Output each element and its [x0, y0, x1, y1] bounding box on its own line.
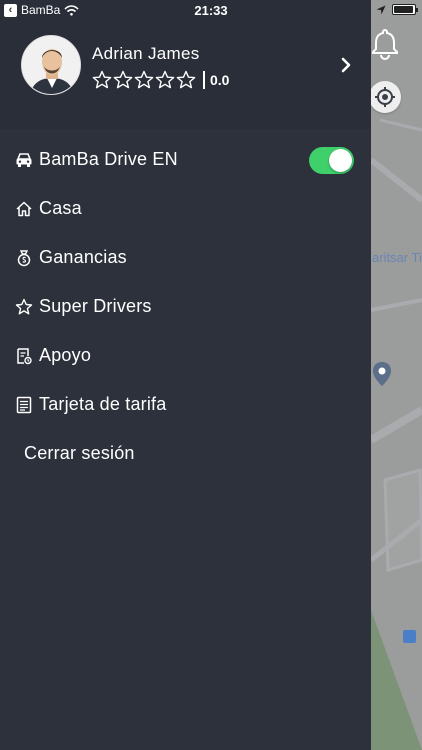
drive-mode-toggle[interactable] — [309, 147, 354, 174]
toggle-knob — [329, 149, 352, 172]
navigation-drawer: Adrian James 0.0 BamBa Drive EN Casa Gan… — [0, 0, 371, 750]
user-name: Adrian James — [92, 44, 200, 63]
menu-item-label: Casa — [39, 198, 82, 218]
status-bar-right — [376, 4, 418, 15]
rating-star-icon — [176, 70, 196, 89]
menu-item-label: Super Drivers — [39, 296, 152, 316]
map-pin-icon[interactable] — [372, 361, 392, 387]
map-place-label: aritsar Tir — [372, 250, 422, 265]
menu-item-label: Tarjeta de tarifa — [39, 394, 167, 414]
drawer-menu: BamBa Drive EN Casa Ganancias Super Driv… — [0, 135, 371, 478]
menu-item-super-drivers[interactable]: Super Drivers — [0, 282, 371, 331]
car-icon — [16, 152, 32, 167]
home-icon — [16, 201, 32, 216]
bus-stop-icon — [403, 630, 416, 643]
logout-label: Cerrar sesión — [24, 443, 135, 463]
menu-item-apoyo[interactable]: Apoyo — [0, 331, 371, 380]
menu-item-tarjeta-de-tarifa[interactable]: Tarjeta de tarifa — [0, 380, 371, 429]
avatar — [21, 35, 81, 95]
crosshair-icon — [375, 87, 395, 107]
star-icon — [15, 298, 33, 314]
status-bar: ‹ BamBa 21:33 — [0, 0, 422, 22]
rating-star-icon — [92, 70, 112, 89]
menu-item-drive-mode[interactable]: BamBa Drive EN — [0, 135, 371, 184]
status-time: 21:33 — [194, 3, 228, 18]
money-bag-icon — [17, 249, 31, 266]
fare-card-icon — [16, 396, 32, 413]
avatar-portrait — [22, 36, 80, 94]
rating-divider — [203, 71, 205, 89]
menu-item-label: Ganancias — [39, 247, 127, 267]
menu-item-casa[interactable]: Casa — [0, 184, 371, 233]
location-arrow-icon — [376, 5, 386, 14]
chevron-right-icon[interactable] — [340, 57, 352, 73]
notification-bell-icon[interactable] — [368, 26, 402, 60]
battery-icon — [392, 4, 418, 15]
rating-value: 0.0 — [210, 72, 230, 88]
menu-item-label: BamBa Drive EN — [39, 149, 178, 169]
rating-row: 0.0 — [92, 70, 229, 90]
battery-fill — [394, 6, 413, 13]
rating-star-icon — [113, 70, 133, 89]
support-document-icon — [17, 347, 32, 364]
rating-star-icon — [134, 70, 154, 89]
logout-button[interactable]: Cerrar sesión — [0, 429, 371, 478]
recenter-location-button[interactable] — [369, 81, 401, 113]
menu-item-ganancias[interactable]: Ganancias — [0, 233, 371, 282]
rating-star-icon — [155, 70, 175, 89]
menu-item-label: Apoyo — [39, 345, 92, 365]
